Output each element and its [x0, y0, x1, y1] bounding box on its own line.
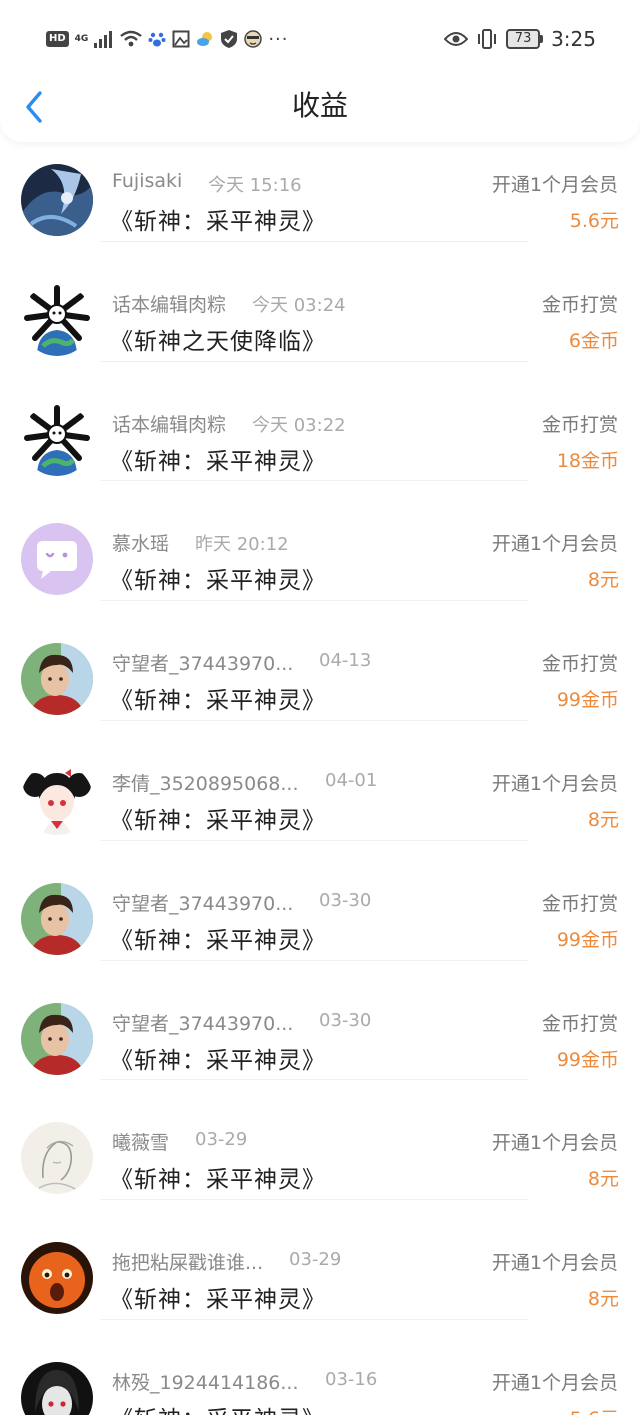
list-item[interactable]: 守望者_37443970... 03-30 《斩神：采平神灵》 金币打赏 99金币 [0, 841, 640, 961]
book-title: 《斩神：采平神灵》 [110, 1400, 326, 1415]
avatar[interactable] [21, 164, 93, 236]
income-type: 开通1个月会员 [491, 1371, 618, 1394]
avatar[interactable] [21, 762, 93, 835]
user-name: 林殁_1924414186... [112, 1371, 299, 1394]
wifi-icon [120, 30, 143, 47]
user-name: 慕水瑶 [112, 533, 170, 556]
user-name: 守望者_37443970... [112, 892, 294, 915]
avatar[interactable] [21, 523, 93, 596]
list-item[interactable]: 话本编辑肉粽 今天 03:22 《斩神：采平神灵》 金币打赏 18金币 [0, 362, 640, 482]
avatar[interactable] [21, 283, 93, 356]
record-time: 03-30 [319, 1009, 372, 1031]
more-icon: ··· [268, 28, 289, 50]
income-type: 开通1个月会员 [491, 174, 618, 196]
hd-badge: HD [46, 31, 69, 47]
avatar[interactable] [21, 1002, 93, 1075]
top-bar: HD 4G ··· 73 3:25 收益 [0, 0, 640, 142]
income-type: 开通1个月会员 [491, 772, 618, 795]
avatar[interactable] [21, 882, 93, 955]
earnings-list: Fujisaki 今天 15:16 《斩神：采平神灵》 开通1个月会员 5.6元 话本编辑… [0, 122, 640, 1415]
book-title: 《斩神：采平神灵》 [110, 807, 326, 834]
signal-icon [94, 30, 114, 48]
book-title: 《斩神之天使降临》 [110, 328, 326, 355]
photo-icon [172, 30, 190, 48]
book-title: 《斩神：采平神灵》 [110, 688, 326, 715]
income-amount: 8元 [587, 1288, 619, 1311]
paw-icon [148, 32, 166, 47]
face-icon [244, 30, 263, 48]
record-time: 03-29 [289, 1249, 342, 1271]
network-label: 4G [74, 34, 89, 44]
eye-icon [444, 32, 469, 46]
list-item[interactable]: 拖把粘屎戳谁谁... 03-29 《斩神：采平神灵》 开通1个月会员 8元 [0, 1200, 640, 1320]
battery-icon: 73 [506, 29, 544, 49]
user-name: 话本编辑肉粽 [112, 293, 227, 316]
user-name: 守望者_37443970... [112, 653, 294, 676]
avatar[interactable] [21, 643, 93, 716]
avatar[interactable] [21, 403, 93, 476]
book-title: 《斩神：采平神灵》 [110, 1047, 326, 1074]
book-title: 《斩神：采平神灵》 [110, 927, 326, 954]
income-amount: 99金币 [556, 1048, 619, 1071]
income-amount: 8元 [587, 1168, 619, 1191]
record-time: 昨天 20:12 [195, 534, 289, 556]
income-amount: 8元 [587, 808, 619, 831]
list-item[interactable]: 李倩_3520895068... 04-01 《斩神：采平神灵》 开通1个月会员 8元 [0, 721, 640, 841]
income-type: 开通1个月会员 [491, 1132, 618, 1155]
status-time: 3:25 [551, 27, 596, 51]
list-item[interactable]: 曦薇雪 03-29 《斩神：采平神灵》 开通1个月会员 8元 [0, 1080, 640, 1201]
avatar[interactable] [21, 1242, 93, 1315]
income-type: 金币打赏 [541, 413, 618, 436]
avatar[interactable] [21, 1361, 93, 1415]
income-amount: 99金币 [556, 928, 619, 951]
user-name: Fujisaki [112, 170, 183, 192]
record-time: 今天 03:24 [252, 294, 346, 316]
status-bar-right: 73 3:25 [444, 26, 596, 52]
list-item[interactable]: 慕水瑶 昨天 20:12 《斩神：采平神灵》 开通1个月会员 8元 [0, 481, 640, 602]
user-name: 曦薇雪 [112, 1132, 170, 1155]
book-title: 《斩神：采平神灵》 [110, 209, 326, 235]
list-item[interactable]: 林殁_1924414186... 03-16 《斩神：采平神灵》 开通1个月会员 5.6… [0, 1320, 640, 1415]
record-time: 03-30 [319, 889, 372, 911]
record-time: 今天 15:16 [208, 175, 302, 196]
weather-icon [197, 32, 213, 46]
income-type: 开通1个月会员 [491, 533, 618, 556]
record-time: 03-16 [325, 1368, 378, 1390]
status-bar-left: HD 4G ··· [46, 28, 289, 50]
income-type: 金币打赏 [541, 1012, 618, 1035]
record-time: 04-13 [319, 650, 372, 672]
income-type: 开通1个月会员 [491, 1252, 618, 1275]
list-item[interactable]: 话本编辑肉粽 今天 03:24 《斩神之天使降临》 金币打赏 6金币 [0, 242, 640, 362]
income-type: 金币打赏 [541, 892, 618, 915]
record-time: 今天 03:22 [252, 414, 346, 436]
income-amount: 6金币 [568, 329, 619, 352]
list-item[interactable]: 守望者_37443970... 04-13 《斩神：采平神灵》 金币打赏 99金币 [0, 601, 640, 721]
user-name: 李倩_3520895068... [112, 772, 299, 795]
record-time: 03-29 [195, 1129, 248, 1151]
battery-level: 73 [506, 29, 541, 49]
income-amount: 5.6元 [570, 1404, 619, 1415]
income-type: 金币打赏 [541, 653, 618, 676]
income-amount: 18金币 [556, 449, 619, 472]
shield-icon [221, 30, 238, 48]
income-type: 金币打赏 [541, 293, 618, 316]
record-time: 04-01 [325, 769, 378, 791]
user-name: 守望者_37443970... [112, 1012, 294, 1035]
status-bar: HD 4G ··· 73 3:25 [0, 0, 640, 76]
book-title: 《斩神：采平神灵》 [110, 448, 326, 475]
income-amount: 99金币 [556, 689, 619, 712]
avatar[interactable] [21, 1122, 93, 1195]
user-name: 拖把粘屎戳谁谁... [112, 1252, 264, 1275]
user-name: 话本编辑肉粽 [112, 413, 227, 436]
book-title: 《斩神：采平神灵》 [110, 568, 326, 595]
vibrate-icon [478, 29, 497, 49]
page-title: 收益 [291, 89, 348, 122]
book-title: 《斩神：采平神灵》 [110, 1287, 326, 1314]
book-title: 《斩神：采平神灵》 [110, 1167, 326, 1194]
list-item[interactable]: 守望者_37443970... 03-30 《斩神：采平神灵》 金币打赏 99金币 [0, 961, 640, 1081]
income-amount: 5.6元 [569, 210, 619, 232]
income-amount: 8元 [587, 569, 619, 592]
